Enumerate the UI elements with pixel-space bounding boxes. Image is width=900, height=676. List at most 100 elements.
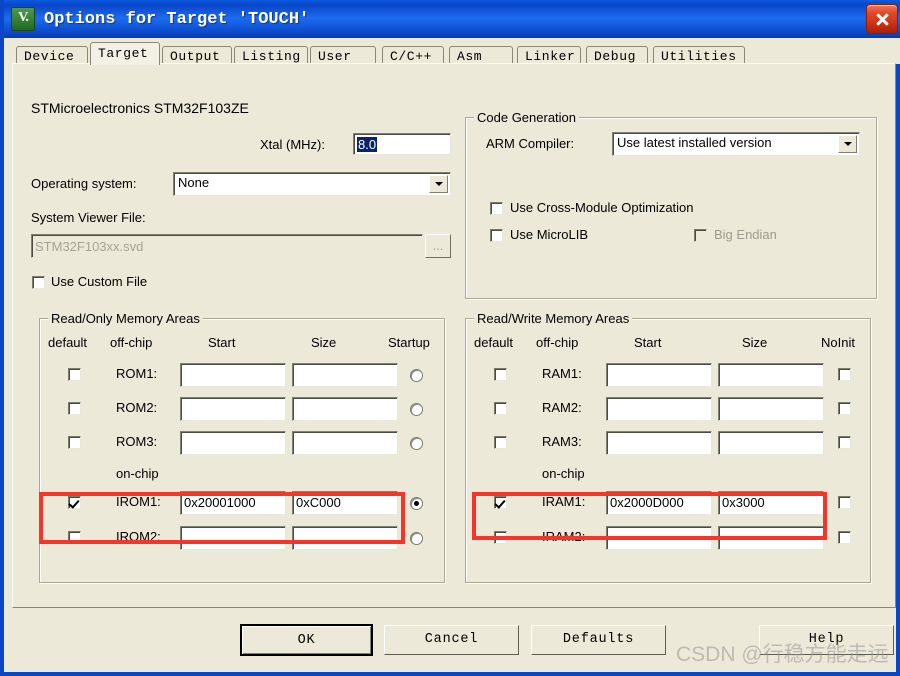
rom3-startup-radio[interactable]	[410, 437, 423, 450]
cross-module-optimization-label: Use Cross-Module Optimization	[510, 200, 694, 215]
ram1-start-input[interactable]	[606, 363, 712, 387]
screenshot-root: V. Options for Target 'TOUCH' Device Tar…	[0, 0, 900, 676]
rom2-label: ROM2:	[116, 400, 158, 415]
rw-header-default: default	[474, 335, 514, 350]
defaults-button[interactable]: Defaults	[531, 625, 666, 655]
ram1-size-input[interactable]	[718, 363, 824, 387]
arm-compiler-label: ARM Compiler:	[486, 136, 575, 151]
code-generation-group: Code Generation ARM Compiler: Use latest…	[465, 110, 877, 299]
ram1-noinit-checkbox[interactable]	[838, 368, 851, 381]
close-icon[interactable]	[866, 4, 898, 34]
rom2-startup-radio[interactable]	[410, 403, 423, 416]
cancel-button[interactable]: Cancel	[384, 625, 519, 655]
browse-svd-button[interactable]: ...	[425, 234, 451, 258]
rom1-startup-radio[interactable]	[410, 369, 423, 382]
iram1-start-value: 0x2000D000	[610, 495, 684, 510]
irom1-label: IROM1:	[116, 494, 161, 509]
irom1-start-input[interactable]: 0x20001000	[180, 491, 286, 515]
ok-button[interactable]: OK	[240, 624, 373, 656]
use-custom-file-checkbox[interactable]	[32, 276, 45, 289]
xtal-input[interactable]: 8.0	[353, 133, 451, 155]
ram2-start-input[interactable]	[606, 397, 712, 421]
irom1-size-value: 0xC000	[296, 495, 341, 510]
irom1-start-value: 0x20001000	[184, 495, 256, 510]
irom1-startup-radio[interactable]	[410, 497, 423, 510]
tab-listing[interactable]: Listing	[234, 46, 308, 64]
iram1-start-input[interactable]: 0x2000D000	[606, 491, 712, 515]
iram2-noinit-checkbox[interactable]	[838, 531, 851, 544]
xtal-value: 8.0	[357, 137, 378, 152]
rom1-label: ROM1:	[116, 366, 158, 381]
tab-user[interactable]: User	[310, 46, 376, 64]
iram1-size-value: 0x3000	[722, 495, 765, 510]
tab-c-cpp[interactable]: C/C++	[382, 46, 444, 64]
rom2-size-input[interactable]	[292, 397, 398, 421]
tab-output[interactable]: Output	[162, 46, 232, 64]
rom1-default-checkbox[interactable]	[68, 368, 81, 381]
arm-compiler-select[interactable]: Use latest installed version	[612, 132, 860, 156]
ram3-default-checkbox[interactable]	[494, 436, 507, 449]
device-name-label: STMicroelectronics STM32F103ZE	[31, 100, 249, 116]
use-custom-file-label: Use Custom File	[51, 274, 148, 289]
read-write-memory-group: Read/Write Memory Areas default off-chip…	[465, 311, 871, 583]
window-title: Options for Target 'TOUCH'	[44, 9, 310, 29]
ram2-noinit-checkbox[interactable]	[838, 402, 851, 415]
iram1-size-input[interactable]: 0x3000	[718, 491, 824, 515]
irom2-default-checkbox[interactable]	[68, 531, 81, 544]
ram3-noinit-checkbox[interactable]	[838, 436, 851, 449]
rom3-label: ROM3:	[116, 434, 158, 449]
rom3-size-input[interactable]	[292, 431, 398, 455]
rom1-size-input[interactable]	[292, 363, 398, 387]
iram2-default-checkbox[interactable]	[494, 531, 507, 544]
ro-header-start: Start	[208, 335, 236, 350]
tab-utilities[interactable]: Utilities	[653, 46, 745, 64]
ro-header-startup: Startup	[388, 335, 430, 350]
chevron-down-icon[interactable]	[838, 135, 857, 153]
irom2-startup-radio[interactable]	[410, 532, 423, 545]
iram2-size-input[interactable]	[718, 526, 824, 550]
rom2-default-checkbox[interactable]	[68, 402, 81, 415]
tab-strip: Device Target Output Listing User C/C++ …	[8, 38, 900, 65]
rom3-default-checkbox[interactable]	[68, 436, 81, 449]
ram3-size-input[interactable]	[718, 431, 824, 455]
target-tab-panel: STMicroelectronics STM32F103ZE Xtal (MHz…	[12, 63, 896, 608]
rw-header-offchip: off-chip	[536, 335, 579, 350]
rw-header-size: Size	[742, 335, 768, 350]
rom1-start-input[interactable]	[180, 363, 286, 387]
rw-header-noinit: NoInit	[821, 335, 855, 350]
iram1-noinit-checkbox[interactable]	[838, 496, 851, 509]
use-microlib-checkbox[interactable]	[490, 229, 503, 242]
ram2-default-checkbox[interactable]	[494, 402, 507, 415]
iram2-start-input[interactable]	[606, 526, 712, 550]
irom1-size-input[interactable]: 0xC000	[292, 491, 398, 515]
irom2-size-input[interactable]	[292, 526, 398, 550]
ram1-default-checkbox[interactable]	[494, 368, 507, 381]
tab-linker[interactable]: Linker	[517, 46, 581, 64]
tab-target[interactable]: Target	[90, 42, 160, 65]
tab-device[interactable]: Device	[16, 46, 88, 64]
iram1-default-checkbox[interactable]	[494, 496, 507, 509]
rom2-start-input[interactable]	[180, 397, 286, 421]
operating-system-value: None	[178, 175, 210, 190]
chevron-down-icon[interactable]	[429, 175, 448, 193]
system-viewer-file-input[interactable]: STM32F103xx.svd	[31, 234, 423, 258]
ro-onchip-label: on-chip	[116, 466, 159, 481]
irom1-default-checkbox[interactable]	[68, 496, 81, 509]
rw-onchip-label: on-chip	[542, 466, 585, 481]
rom3-start-input[interactable]	[180, 431, 286, 455]
system-viewer-file-label: System Viewer File:	[31, 210, 146, 225]
ro-header-offchip: off-chip	[110, 335, 153, 350]
tab-debug[interactable]: Debug	[586, 46, 648, 64]
irom2-start-input[interactable]	[180, 526, 286, 550]
cross-module-optimization-checkbox[interactable]	[490, 202, 503, 215]
rw-header-start: Start	[634, 335, 662, 350]
iram1-label: IRAM1:	[542, 494, 586, 509]
ram3-start-input[interactable]	[606, 431, 712, 455]
ram2-size-input[interactable]	[718, 397, 824, 421]
operating-system-select[interactable]: None	[173, 172, 451, 196]
read-only-memory-group: Read/Only Memory Areas default off-chip …	[39, 311, 445, 583]
ro-header-size: Size	[311, 335, 337, 350]
tab-asm[interactable]: Asm	[449, 46, 513, 64]
help-button[interactable]: Help	[759, 625, 894, 655]
ram3-label: RAM3:	[542, 434, 582, 449]
